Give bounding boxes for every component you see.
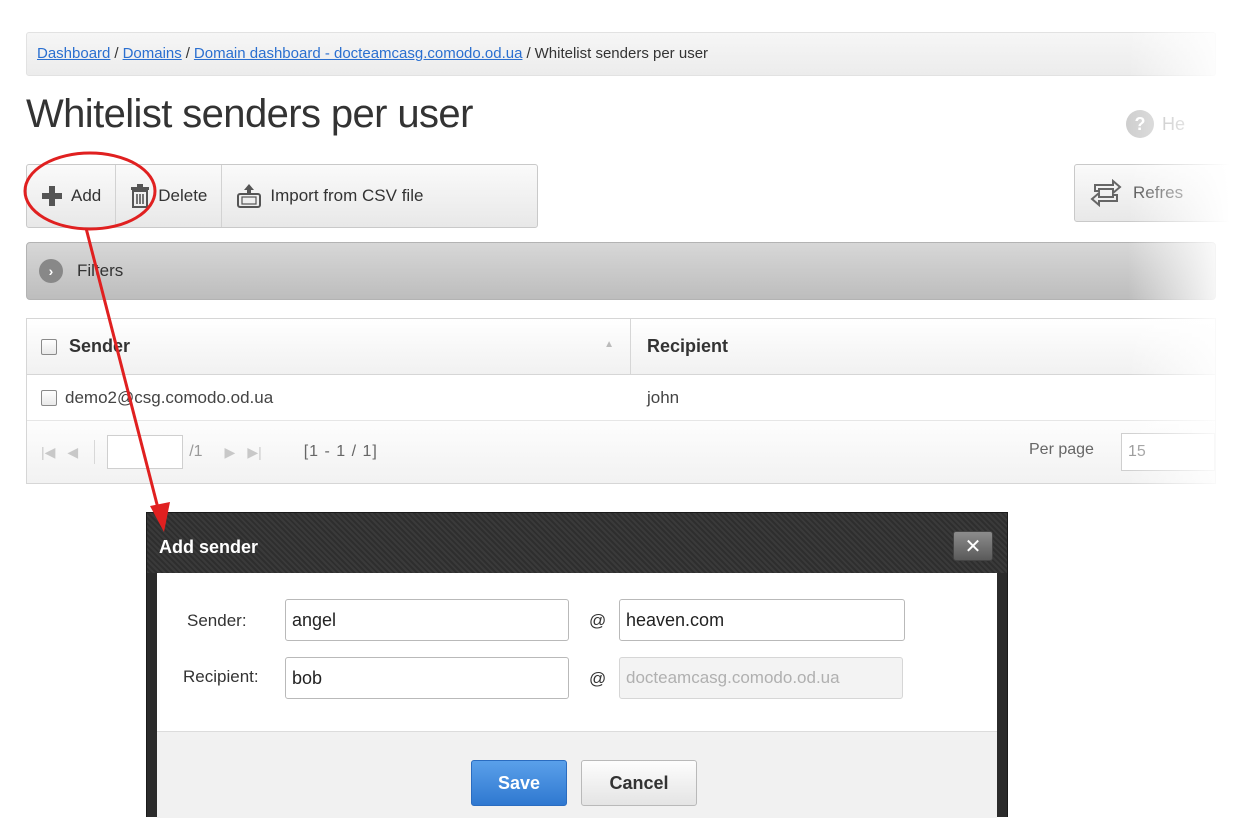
sender-local-input[interactable]: angel [285,599,569,641]
breadcrumb: Dashboard / Domains / Domain dashboard - doc… [26,32,1216,76]
plus-icon [42,186,62,206]
senders-table: Sender ▲ Recipient demo2@csg.comodo.od.u… [26,318,1216,484]
breadcrumb-current: Whitelist senders per user [534,45,709,62]
last-page-icon[interactable]: ▶| [247,444,261,461]
cancel-button[interactable]: Cancel [581,760,697,806]
delete-button[interactable]: Delete [116,165,223,227]
table-header: Sender ▲ Recipient [27,319,1215,375]
next-page-icon[interactable]: ▶ [225,444,236,461]
sort-asc-icon: ▲ [604,339,614,350]
breadcrumb-link-domains[interactable]: Domains [123,45,182,62]
sender-domain-input[interactable]: heaven.com [619,599,905,641]
pager-divider [94,440,96,464]
breadcrumb-link-dashboard[interactable]: Dashboard [37,45,110,62]
recipient-at-symbol: @ [589,669,607,688]
sender-at-symbol: @ [589,611,607,630]
dialog-body: Sender: angel @ heaven.com Recipient: bo… [157,573,997,731]
column-header-sender[interactable]: Sender ▲ [27,319,631,374]
breadcrumb-separator: / [526,45,531,62]
breadcrumb-separator: / [185,45,190,62]
row-checkbox[interactable] [41,389,57,406]
dialog-footer: Save Cancel [157,731,997,818]
first-page-icon[interactable]: |◀ [41,444,55,461]
close-icon[interactable]: ✕ [953,531,993,561]
help-link[interactable]: ? He [1126,110,1185,138]
page-title: Whitelist senders per user [26,92,473,136]
filters-label: Filters [77,261,124,280]
refresh-button[interactable]: Refres [1074,164,1244,222]
save-button[interactable]: Save [471,760,567,806]
refresh-icon [1090,179,1122,207]
cell-sender-value: demo2@csg.comodo.od.ua [65,387,274,407]
prev-page-icon[interactable]: ◀ [67,444,78,461]
chevron-right-icon: › [39,259,63,283]
add-button-label: Add [71,186,102,205]
refresh-button-label: Refres [1133,183,1184,202]
import-csv-button-label: Import from CSV file [270,186,424,205]
dialog-header: Add sender ✕ [147,513,1007,573]
help-icon: ? [1126,110,1154,138]
column-header-recipient[interactable]: Recipient [631,336,728,357]
filters-panel-toggle[interactable]: › Filters [26,242,1216,300]
breadcrumb-link-domain-dashboard[interactable]: Domain dashboard - docteamcasg.comodo.od… [194,45,523,62]
pagination-bar: |◀ ◀ /1 ▶ ▶| [1 - 1 / 1] Per page 15 [27,421,1215,483]
cell-recipient: john [647,387,680,407]
add-button[interactable]: Add [27,165,117,227]
recipient-label: Recipient: [183,667,259,686]
import-csv-button[interactable]: Import from CSV file [222,165,437,227]
breadcrumb-separator: / [114,45,119,62]
help-label: He [1162,113,1186,134]
delete-button-label: Delete [158,186,208,205]
recipient-domain-input: docteamcasg.comodo.od.ua [619,657,903,699]
per-page-select[interactable]: 15 [1121,433,1215,471]
trash-icon [131,184,150,208]
page-number-input[interactable] [107,435,184,469]
recipient-local-input[interactable]: bob [285,657,569,699]
toolbar: Add Delete Import from CSV file [26,164,538,228]
total-pages: /1 [189,443,203,460]
table-row[interactable]: demo2@csg.comodo.od.ua john [27,375,1215,421]
per-page-label: Per page [1029,441,1094,458]
column-header-sender-label: Sender [69,336,131,356]
csv-import-icon [237,184,262,208]
select-all-checkbox[interactable] [41,338,57,355]
record-range: [1 - 1 / 1] [303,443,378,460]
dialog-title: Add sender [159,536,259,557]
cell-sender: demo2@csg.comodo.od.ua [27,388,631,408]
add-sender-dialog: Add sender ✕ Sender: angel @ heaven.com … [146,512,1008,818]
sender-label: Sender: [187,611,247,630]
